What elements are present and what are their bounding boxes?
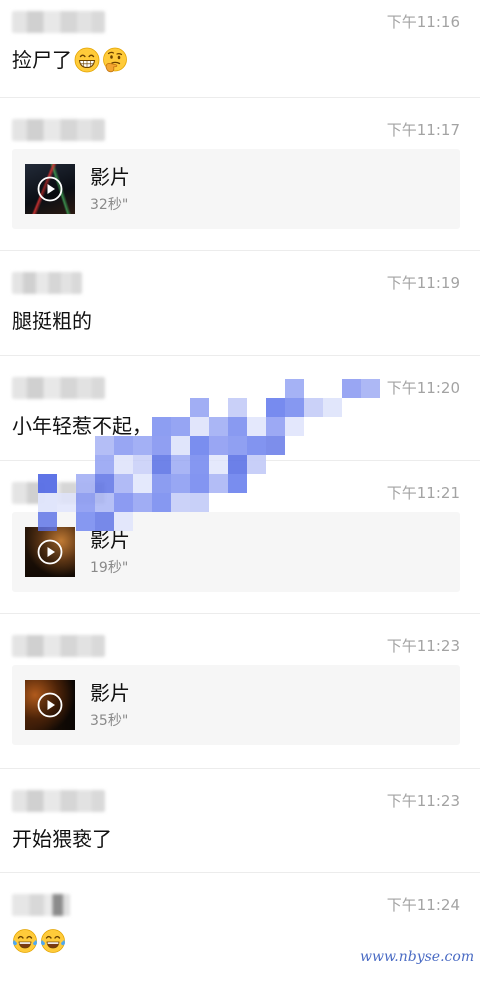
watermark: www.nbyse.com xyxy=(360,949,475,965)
play-icon[interactable] xyxy=(37,539,63,565)
message-text: 开始猥亵了 xyxy=(12,827,112,851)
message-text-row: 捡尸了 xyxy=(12,46,128,74)
message-time: 下午11:20 xyxy=(386,379,460,397)
video-card[interactable]: 影片 35秒" xyxy=(12,665,460,745)
chat-message: 下午11:20 小年轻惹不起， xyxy=(0,355,480,460)
video-duration: 32秒" xyxy=(90,197,129,213)
chat-message: 下午11:24 xyxy=(0,872,480,1002)
play-icon[interactable] xyxy=(37,176,63,202)
chat-message: 下午11:23 影片 35秒" xyxy=(0,613,480,768)
sender-name-blurred xyxy=(12,635,105,657)
video-title: 影片 xyxy=(90,528,130,552)
face-with-tears-of-joy-icon xyxy=(40,928,66,954)
video-card[interactable]: 影片 19秒" xyxy=(12,512,460,592)
message-time: 下午11:23 xyxy=(386,792,460,810)
message-time: 下午11:23 xyxy=(386,637,460,655)
message-time: 下午11:19 xyxy=(386,274,460,292)
message-time: 下午11:24 xyxy=(386,896,460,914)
chat-message: 下午11:21 影片 19秒" xyxy=(0,460,480,613)
video-thumbnail[interactable] xyxy=(25,164,75,214)
thinking-face-icon xyxy=(102,47,128,73)
message-text: 腿挺粗的 xyxy=(12,309,92,333)
sender-name-blurred xyxy=(12,272,82,294)
message-time: 下午11:21 xyxy=(386,484,460,502)
message-time: 下午11:16 xyxy=(386,13,460,31)
chat-message: 下午11:16 捡尸了 xyxy=(0,0,480,97)
message-emoji-row xyxy=(12,928,68,954)
video-thumbnail[interactable] xyxy=(25,527,75,577)
chat-message: 下午11:23 开始猥亵了 xyxy=(0,768,480,872)
message-text: 捡尸了 xyxy=(12,48,72,72)
sender-name-blurred xyxy=(12,894,70,916)
sender-name-blurred xyxy=(12,377,105,399)
video-title: 影片 xyxy=(90,681,130,705)
video-card[interactable]: 影片 32秒" xyxy=(12,149,460,229)
sender-name-blurred xyxy=(12,482,105,504)
sender-name-blurred xyxy=(12,11,105,33)
sender-name-blurred xyxy=(12,119,105,141)
chat-message: 下午11:19 腿挺粗的 xyxy=(0,250,480,355)
video-thumbnail[interactable] xyxy=(25,680,75,730)
message-time: 下午11:17 xyxy=(386,121,460,139)
video-duration: 35秒" xyxy=(90,713,129,729)
chat-history-list: 下午11:16 捡尸了 下午11:17 影片 32秒" 下午11:19 腿挺粗的… xyxy=(0,0,480,1002)
video-duration: 19秒" xyxy=(90,560,129,576)
sender-name-blurred xyxy=(12,790,105,812)
chat-message: 下午11:17 影片 32秒" xyxy=(0,97,480,250)
video-title: 影片 xyxy=(90,165,130,189)
message-text: 小年轻惹不起， xyxy=(12,414,152,438)
play-icon[interactable] xyxy=(37,692,63,718)
grinning-face-icon xyxy=(74,47,100,73)
face-with-tears-of-joy-icon xyxy=(12,928,38,954)
